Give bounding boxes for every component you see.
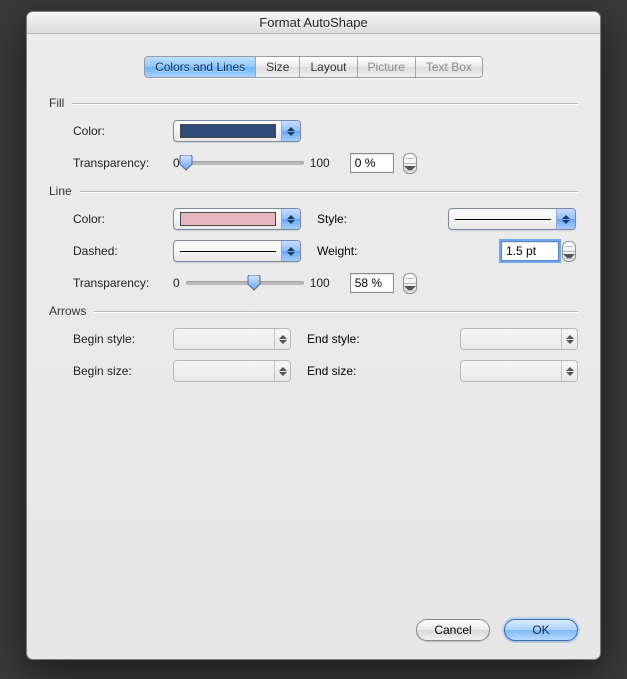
slider-max: 100 (310, 276, 330, 290)
title-bar: Format AutoShape (27, 12, 600, 34)
row-fill-transparency: Transparency: 0 100 (73, 152, 578, 174)
stepper-down-icon (404, 284, 416, 293)
divider (72, 103, 578, 104)
line-transparency-input[interactable] (350, 273, 394, 293)
begin-style-combo (173, 328, 291, 350)
line-transparency-slider[interactable] (186, 274, 304, 292)
tab-layout[interactable]: Layout (300, 57, 357, 77)
window-title: Format AutoShape (259, 15, 367, 30)
content-area: Colors and Lines Size Layout Picture Tex… (27, 34, 600, 382)
group-title: Arrows (49, 304, 86, 318)
label-fill-color: Color: (73, 124, 167, 138)
group-title: Line (49, 184, 72, 198)
line-style-preview (455, 219, 551, 220)
group-title: Fill (49, 96, 64, 110)
line-style-combo[interactable] (448, 208, 576, 230)
stepper-up-icon (563, 242, 575, 252)
line-weight-stepper[interactable] (562, 241, 576, 262)
label-line-color: Color: (73, 212, 167, 226)
divider (94, 311, 578, 312)
tab-bar: Colors and Lines Size Layout Picture Tex… (49, 56, 578, 78)
stepper-down-icon (563, 252, 575, 261)
chevron-updown-icon (561, 361, 577, 381)
row-arrows-size: Begin size: End size: (73, 360, 578, 382)
group-header-arrows: Arrows (49, 304, 578, 318)
label-begin-style: Begin style: (73, 332, 167, 346)
tab-group: Colors and Lines Size Layout Picture Tex… (144, 56, 483, 78)
slider-thumb[interactable] (179, 155, 193, 171)
row-line-color-style: Color: Style: (73, 208, 578, 230)
chevron-updown-icon (282, 241, 300, 261)
tab-colors-and-lines[interactable]: Colors and Lines (145, 57, 256, 77)
stepper-up-icon (404, 154, 416, 164)
line-color-combo[interactable] (173, 208, 301, 230)
fill-transparency-slider[interactable] (186, 154, 304, 172)
slider-max: 100 (310, 156, 330, 170)
fill-color-combo[interactable] (173, 120, 301, 142)
chevron-updown-icon (557, 209, 575, 229)
label-fill-transparency: Transparency: (73, 156, 167, 170)
row-fill-color: Color: (73, 120, 578, 142)
fill-color-swatch (180, 124, 276, 138)
end-size-combo (460, 360, 578, 382)
label-end-size: End size: (307, 364, 373, 378)
row-arrows-style: Begin style: End style: (73, 328, 578, 350)
divider (80, 191, 578, 192)
ok-button[interactable]: OK (504, 619, 578, 641)
group-header-fill: Fill (49, 96, 578, 110)
fill-transparency-stepper[interactable] (403, 153, 417, 174)
tab-text-box: Text Box (416, 57, 482, 77)
stepper-up-icon (404, 274, 416, 284)
line-dashed-combo[interactable] (173, 240, 301, 262)
dialog-window: Format AutoShape Colors and Lines Size L… (26, 11, 601, 660)
label-line-weight: Weight: (317, 244, 377, 258)
stepper-down-icon (404, 164, 416, 173)
line-transparency-stepper[interactable] (403, 273, 417, 294)
label-begin-size: Begin size: (73, 364, 167, 378)
tab-picture: Picture (358, 57, 416, 77)
cancel-button[interactable]: Cancel (416, 619, 490, 641)
chevron-updown-icon (274, 361, 290, 381)
row-line-transparency: Transparency: 0 100 (73, 272, 578, 294)
label-end-style: End style: (307, 332, 373, 346)
chevron-updown-icon (274, 329, 290, 349)
label-line-style: Style: (317, 212, 377, 226)
line-color-swatch (180, 212, 276, 226)
chevron-updown-icon (282, 209, 300, 229)
chevron-updown-icon (282, 121, 300, 141)
line-weight-input[interactable] (501, 241, 559, 261)
label-line-transparency: Transparency: (73, 276, 167, 290)
label-line-dashed: Dashed: (73, 244, 167, 258)
line-dashed-preview (180, 251, 276, 252)
chevron-updown-icon (561, 329, 577, 349)
fill-transparency-input[interactable] (350, 153, 394, 173)
group-header-line: Line (49, 184, 578, 198)
begin-size-combo (173, 360, 291, 382)
tab-size[interactable]: Size (256, 57, 300, 77)
dialog-footer: Cancel OK (416, 619, 578, 641)
slider-thumb[interactable] (247, 275, 261, 291)
slider-min: 0 (173, 276, 180, 290)
row-line-dashed-weight: Dashed: Weight: (73, 240, 578, 262)
end-style-combo (460, 328, 578, 350)
